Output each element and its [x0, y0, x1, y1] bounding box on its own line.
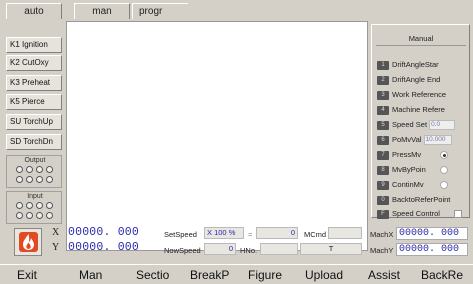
key-2-icon: 2: [377, 75, 389, 85]
machine-command-label: MCmd: [304, 230, 327, 239]
x-position-value: 00000. 000: [68, 226, 140, 239]
output-indicator-grid: [16, 166, 55, 185]
torch-down-button[interactable]: SD TorchDn: [6, 134, 62, 150]
menu-man[interactable]: Man: [79, 265, 102, 284]
key-7-icon: 7: [377, 150, 389, 160]
now-speed-value-field: 0: [204, 243, 236, 255]
speed-control-checkbox[interactable]: [454, 210, 462, 218]
menu-section[interactable]: Sectio: [136, 265, 169, 284]
manual-panel-title: Manual: [376, 32, 466, 46]
set-speed-value-field: 0: [256, 227, 298, 239]
mode-tab-bar: auto man progr: [0, 0, 473, 20]
position-move-value-option[interactable]: 6 PoMvVal 10.000: [377, 134, 452, 146]
input-indicator: [26, 202, 33, 209]
key-f-icon: F: [377, 209, 389, 219]
tab-auto[interactable]: auto: [6, 3, 62, 19]
move-by-point-radio[interactable]: [440, 166, 448, 174]
output-status-group: Output: [6, 155, 62, 188]
hole-number-field: [260, 243, 298, 255]
menu-breakpoint[interactable]: BreakP: [190, 265, 229, 284]
output-indicator: [36, 166, 43, 173]
output-indicator: [26, 166, 33, 173]
key-0-icon: 0: [377, 195, 389, 205]
input-indicator: [16, 202, 23, 209]
cut-oxygen-button[interactable]: K2 CutOxy: [6, 55, 62, 71]
machine-reference-option[interactable]: 4 Machine Refere: [377, 104, 445, 116]
manual-panel: Manual 1 DriftAngleStar 2 DriftAngle End 3…: [371, 24, 470, 220]
key-4-icon: 4: [377, 105, 389, 115]
set-speed-ratio-field[interactable]: X 100 %: [204, 227, 244, 239]
output-indicator: [26, 176, 33, 183]
torch-up-button[interactable]: SU TorchUp: [6, 114, 62, 130]
y-position-value: 00000. 000: [68, 241, 140, 254]
bottom-function-menu: Exit Man Sectio BreakP Figure Upload Ass…: [0, 264, 473, 284]
key-5-icon: 5: [377, 120, 389, 130]
input-indicator: [26, 212, 33, 219]
move-value-field[interactable]: 10.000: [423, 135, 452, 146]
input-indicator-grid: [16, 202, 55, 221]
drift-angle-end-option[interactable]: 2 DriftAngle End: [377, 74, 440, 86]
output-indicator: [16, 166, 23, 173]
flame-glyph-icon: [23, 234, 34, 250]
y-axis-label: Y: [52, 242, 60, 253]
key-1-icon: 1: [377, 60, 389, 70]
key-8-icon: 8: [377, 165, 389, 175]
hole-number-label: HNo.: [240, 246, 258, 255]
pierce-button[interactable]: K5 Pierce: [6, 94, 62, 110]
x-axis-label: X: [52, 227, 60, 238]
cnc-cutting-control-window: auto man progr K1 Ignition K2 CutOxy K3 …: [0, 0, 473, 284]
move-by-point-option[interactable]: 8 MvByPoin: [377, 164, 426, 176]
output-indicator: [46, 166, 53, 173]
continuous-move-option[interactable]: 9 ContinMv: [377, 179, 424, 191]
tool-t-field: T: [300, 243, 362, 255]
press-move-option[interactable]: 7 PressMv: [377, 149, 421, 161]
input-label: Input: [27, 193, 43, 200]
menu-upload[interactable]: Upload: [305, 265, 343, 284]
press-move-radio[interactable]: [440, 151, 448, 159]
key-3-icon: 3: [377, 90, 389, 100]
set-speed-label: SetSpeed: [164, 230, 197, 239]
key-9-icon: 9: [377, 180, 389, 190]
machine-y-label: MachY: [370, 246, 394, 255]
flame-icon: [19, 232, 38, 252]
set-speed-equals: =: [248, 230, 253, 239]
input-indicator: [46, 202, 53, 209]
machine-command-field: [328, 227, 362, 239]
flame-status-icon: [14, 228, 42, 256]
work-reference-option[interactable]: 3 Work Reference: [377, 89, 446, 101]
tab-man[interactable]: man: [74, 3, 130, 19]
output-indicator: [16, 176, 23, 183]
machine-y-value: 00000. 000: [396, 243, 468, 256]
speed-control-option[interactable]: F Speed Control: [377, 208, 440, 220]
ignition-button[interactable]: K1 Ignition: [6, 37, 62, 53]
menu-back-reference[interactable]: BackRe: [421, 265, 463, 284]
menu-figure[interactable]: Figure: [248, 265, 282, 284]
drift-angle-start-option[interactable]: 1 DriftAngleStar: [377, 59, 439, 71]
continuous-move-radio[interactable]: [440, 181, 448, 189]
cutting-preview-canvas[interactable]: [66, 21, 368, 251]
speed-set-option[interactable]: 5 Speed Set 0.0: [377, 119, 456, 131]
input-indicator: [16, 212, 23, 219]
menu-exit[interactable]: Exit: [17, 265, 37, 284]
output-label: Output: [24, 157, 46, 164]
back-to-reference-point-option[interactable]: 0 BacktoReferPoint: [377, 194, 450, 206]
tab-progr[interactable]: progr: [132, 3, 188, 19]
input-indicator: [36, 212, 43, 219]
input-indicator: [46, 212, 53, 219]
menu-assist[interactable]: Assist: [368, 265, 400, 284]
output-indicator: [46, 176, 53, 183]
key-6-icon: 6: [377, 135, 389, 145]
output-indicator: [36, 176, 43, 183]
speed-set-field[interactable]: 0.0: [429, 120, 456, 131]
machine-x-value: 00000. 000: [396, 227, 468, 240]
now-speed-label: NowSpeed: [164, 246, 201, 255]
machine-x-label: MachX: [370, 230, 394, 239]
preheat-button[interactable]: K3 Preheat: [6, 75, 62, 91]
input-status-group: Input: [6, 191, 62, 224]
input-indicator: [36, 202, 43, 209]
